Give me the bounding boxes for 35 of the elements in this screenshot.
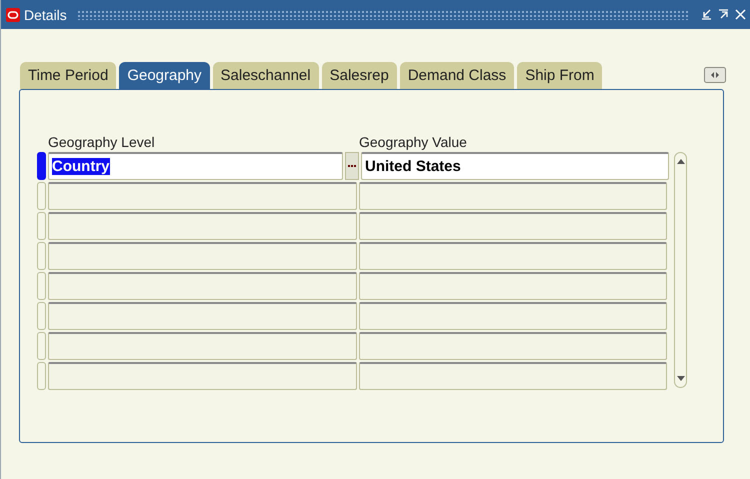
input-field[interactable] [48,302,357,330]
close-icon[interactable] [735,9,746,20]
record-indicator[interactable] [37,152,46,180]
tab[interactable]: Time Period [20,62,116,89]
input-field[interactable] [48,212,357,240]
input-field[interactable] [359,302,667,330]
down-arrow-icon[interactable] [676,376,684,381]
app-icon [6,8,20,22]
tab[interactable]: Ship From [517,62,602,89]
input-field[interactable] [359,332,667,360]
input-field[interactable] [48,272,357,300]
column-header: Geography Level [47,134,156,152]
minimize-icon[interactable] [701,9,712,20]
input-field[interactable] [48,362,357,390]
tab-scroll-button[interactable] [704,67,726,83]
input-field[interactable] [359,362,667,390]
input-field[interactable]: Country [48,152,343,180]
tab[interactable]: Salesrep [322,62,397,89]
input-field[interactable] [359,272,667,300]
tab[interactable]: Saleschannel [212,62,319,89]
input-field[interactable] [359,242,667,270]
input-field[interactable]: United States [361,152,669,180]
input-field[interactable] [48,332,357,360]
input-field[interactable] [48,182,357,210]
window-title: Details [24,6,67,22]
input-field[interactable] [48,242,357,270]
scrollbar[interactable] [674,152,687,388]
up-arrow-icon[interactable] [676,159,684,164]
list-of-values-button[interactable] [345,152,359,180]
input-field[interactable] [359,182,667,210]
maximize-icon[interactable] [718,9,729,20]
tab[interactable]: Geography [119,62,210,89]
input-field[interactable] [359,212,667,240]
column-header: Geography Value [359,134,467,152]
tab[interactable]: Demand Class [400,62,514,89]
